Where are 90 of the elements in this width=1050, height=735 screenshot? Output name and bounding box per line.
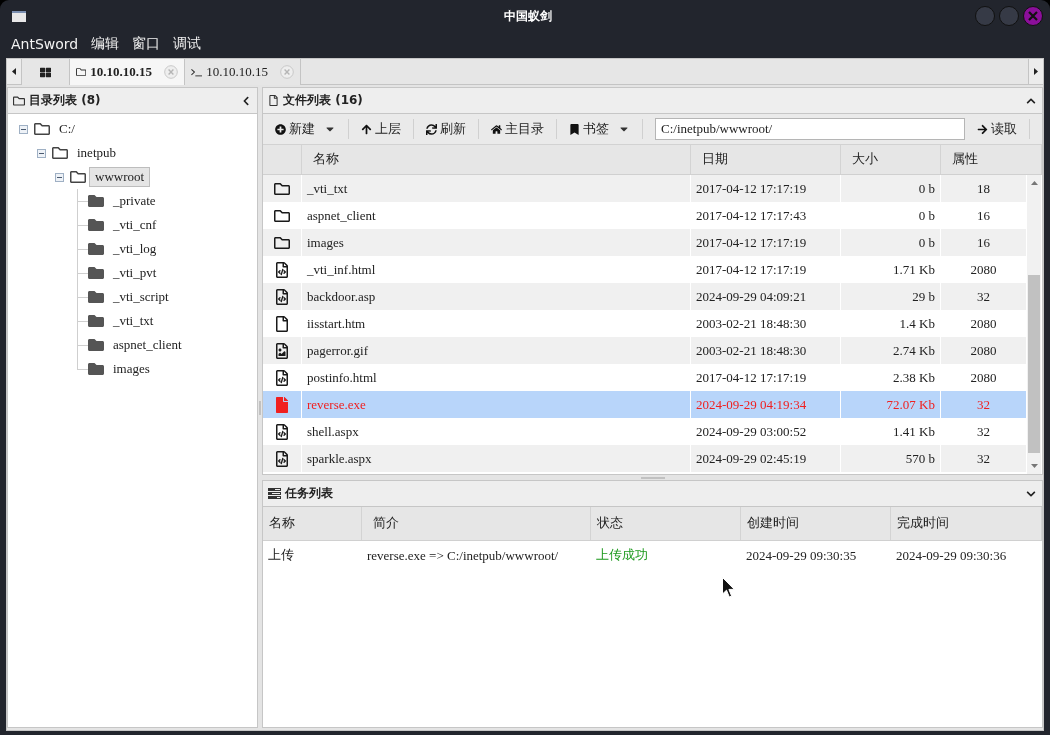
file-row[interactable]: backdoor.asp 2024-09-29 04:09:21 29 b 32 [263,283,1027,310]
date-cell: 2024-09-29 02:45:19 [691,445,841,472]
column-header[interactable]: 简介 [362,507,591,540]
folder-icon [274,180,290,197]
new-button[interactable]: 新建 [269,117,342,141]
file-icon [274,396,290,413]
tree-item[interactable]: inetpub [71,143,122,163]
file-name-cell: sparkle.aspx [302,445,691,472]
scrollbar-thumb[interactable] [1028,275,1040,453]
panel-title: 目录列表 (8) [29,92,102,109]
column-header[interactable]: 状态 [591,507,741,540]
file-row[interactable]: _vti_txt 2017-04-12 17:17:19 0 b 18 [263,175,1027,202]
close-icon [1028,11,1038,21]
file-icon [268,95,279,106]
tree-item[interactable]: _vti_log [107,239,163,259]
refresh-button[interactable]: 刷新 [420,117,472,141]
column-header[interactable]: 大小 [841,145,941,174]
column-header[interactable]: 完成时间 [891,507,1042,540]
folder-icon [274,234,290,251]
arrow-up-icon [361,123,372,135]
arrow-right-icon [977,123,988,135]
caret-left-icon [12,68,16,75]
column-header[interactable]: 日期 [691,145,841,174]
code-file-icon [274,261,290,278]
read-button[interactable]: 读取 [971,117,1023,141]
size-cell: 570 b [841,445,941,472]
code-file-icon [274,450,290,467]
image-file-icon [274,342,290,359]
column-header[interactable]: 名称 [302,145,691,174]
tree-item[interactable]: _vti_script [107,287,175,307]
code-file-icon [274,369,290,386]
caret-right-icon [1034,68,1038,75]
window-title: 中国蚁剑 [503,7,552,25]
collapse-toggle[interactable] [55,172,64,182]
column-header[interactable]: 创建时间 [741,507,891,540]
scroll-tabs-right-button[interactable] [1028,59,1043,84]
file-row[interactable]: sparkle.aspx 2024-09-29 02:45:19 570 b 32 [263,445,1027,472]
file-row[interactable]: images 2017-04-12 17:17:19 0 b 16 [263,229,1027,256]
tab[interactable]: 10.10.10.15 [185,59,301,85]
tree-item[interactable]: _vti_pvt [107,263,163,283]
menu-item[interactable]: 编辑 [91,35,120,53]
code-file-icon [274,288,290,305]
column-header[interactable]: 属性 [941,145,1042,174]
home-directory-button[interactable]: 主目录 [485,117,550,141]
close-button[interactable] [1023,6,1043,26]
scroll-tabs-left-button[interactable] [7,59,22,84]
bookmark-icon [569,123,580,135]
parent-folder-button[interactable]: 上层 [355,117,407,141]
window-icon [12,10,26,22]
created-time-cell-text: 2024-09-29 09:30:35 [745,546,858,565]
tree-item[interactable]: aspnet_client [107,335,188,355]
task-list-icon [268,488,281,499]
tree-item[interactable]: _vti_cnf [107,215,163,235]
refresh-icon [426,123,437,135]
code-file-icon [274,423,290,440]
folder-icon [274,207,290,224]
terminal-icon [191,67,203,77]
tree-item[interactable]: _vti_txt [107,311,160,331]
collapse-toggle[interactable] [19,124,28,134]
tab[interactable]: 10.10.10.15 [70,59,185,85]
description-cell-text: reverse.exe => C:/inetpub/wwwroot/ [366,546,560,565]
column-header[interactable]: 名称 [263,507,362,540]
finished-time-cell-text: 2024-09-29 09:30:36 [895,546,1008,565]
task-name-cell-text: 上传 [267,546,295,564]
path-field[interactable]: C:/inetpub/wwwroot/ [655,118,965,140]
tree-item[interactable]: wwwroot [89,167,151,187]
tree-item[interactable]: C:/ [53,119,81,139]
menu-item[interactable]: AntSword [11,36,79,52]
menu-item[interactable]: 窗口 [132,35,161,53]
panel-title: 文件列表 (16) [283,92,364,109]
tab[interactable] [22,59,70,85]
panel-title: 任务列表 [285,485,334,502]
bookmark-button[interactable]: 书签 [563,117,636,141]
collapse-toggle[interactable] [37,148,46,158]
expand-down-icon[interactable] [1026,488,1036,499]
mouse-pointer-icon [722,577,735,598]
scroll-down-icon[interactable] [1030,464,1038,468]
tree-item[interactable]: _private [107,191,162,211]
tree-item[interactable]: images [107,359,156,379]
scrollbar[interactable] [1027,175,1041,474]
menu-item[interactable]: 调试 [173,35,202,53]
file-row[interactable]: pagerror.gif 2003-02-21 18:48:30 2.74 Kb 2080 [263,337,1027,364]
folder-icon [13,94,25,107]
scroll-up-icon[interactable] [1030,181,1038,185]
collapse-left-icon[interactable] [241,95,251,106]
grid-icon [40,66,51,78]
status-cell-text: 上传成功 [595,546,649,564]
folder-icon [76,66,87,78]
home-icon [491,123,502,135]
file-icon [274,315,290,332]
